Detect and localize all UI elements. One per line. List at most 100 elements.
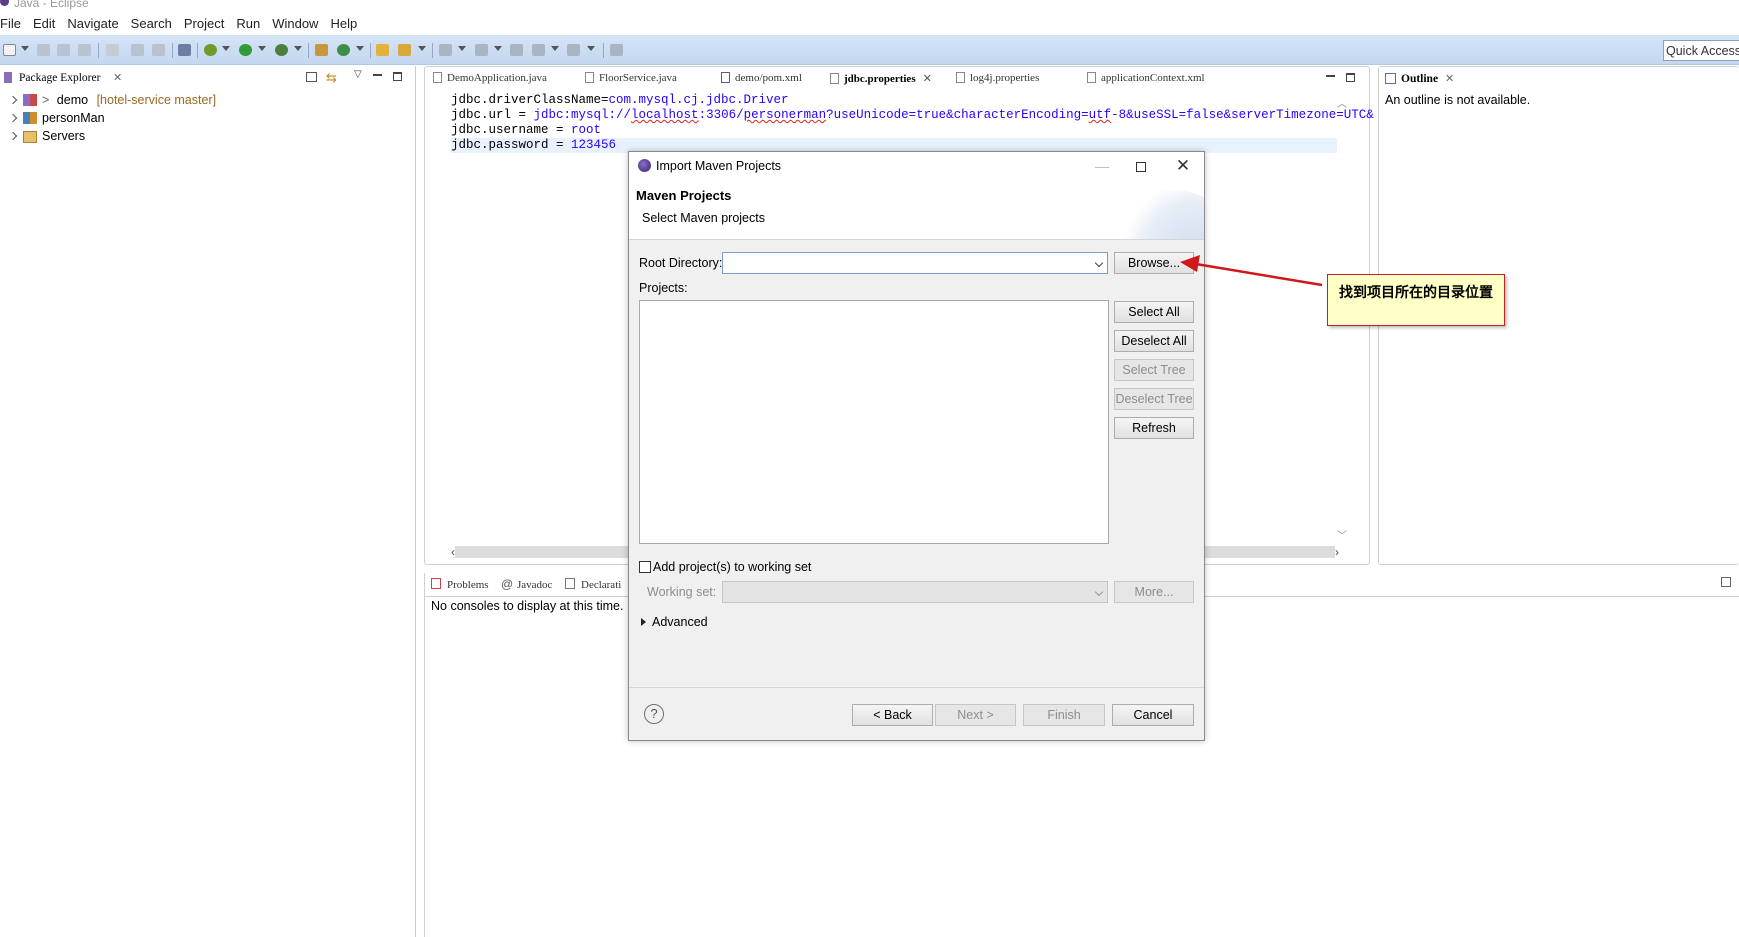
next-button[interactable]: Next >: [935, 704, 1016, 726]
run-dropdown-icon[interactable]: [258, 46, 266, 51]
editor-tab-floorservice[interactable]: FloorService.java: [585, 72, 677, 84]
scroll-up-icon[interactable]: ︿: [1337, 95, 1347, 110]
expand-icon[interactable]: [8, 131, 18, 141]
forward-dropdown-icon[interactable]: [587, 46, 595, 51]
problems-icon: [431, 578, 441, 589]
forward-icon[interactable]: [567, 44, 580, 56]
advanced-section-label[interactable]: Advanced: [652, 615, 708, 629]
minimize-icon[interactable]: —: [1087, 156, 1117, 176]
menu-window[interactable]: Window: [266, 16, 324, 31]
menu-project[interactable]: Project: [178, 16, 230, 31]
collapse-all-icon[interactable]: [306, 72, 317, 82]
coverage-icon[interactable]: [275, 44, 288, 56]
menu-run[interactable]: Run: [230, 16, 266, 31]
open-console-icon[interactable]: [1721, 577, 1731, 587]
open-type-icon[interactable]: [376, 44, 389, 56]
save-all-icon[interactable]: [57, 44, 70, 56]
new-dropdown-icon[interactable]: [21, 46, 29, 51]
package-explorer-tab[interactable]: Package Explorer ✕ ⇆ ▽: [0, 66, 415, 90]
tree-item-servers[interactable]: Servers: [0, 127, 416, 145]
menu-edit[interactable]: Edit: [27, 16, 61, 31]
tree-item-personman[interactable]: personMan: [0, 109, 416, 127]
chevron-down-icon[interactable]: [1094, 258, 1104, 268]
code-line: jdbc.url = jdbc:mysql://localhost:3306/p…: [451, 108, 1374, 123]
show-whitespace-icon[interactable]: [152, 44, 165, 56]
new-java-class-icon[interactable]: [337, 44, 350, 56]
tab-javadoc[interactable]: Javadoc: [517, 579, 552, 591]
project-name: personMan: [42, 111, 105, 125]
more-button[interactable]: More...: [1114, 581, 1194, 603]
editor-tab-applicationcontext[interactable]: applicationContext.xml: [1087, 72, 1205, 84]
scroll-right-icon[interactable]: ›: [1335, 545, 1339, 559]
minimize-icon[interactable]: [373, 74, 382, 76]
back-button[interactable]: < Back: [852, 704, 933, 726]
pin-editor-icon[interactable]: [610, 44, 623, 56]
working-set-combo[interactable]: [722, 581, 1108, 603]
outline-title[interactable]: Outline: [1401, 73, 1438, 85]
last-edit-icon[interactable]: [510, 44, 523, 56]
menu-search[interactable]: Search: [125, 16, 178, 31]
projects-list[interactable]: [639, 300, 1109, 544]
binary-icon[interactable]: [106, 44, 119, 56]
toggle-icon[interactable]: [131, 44, 144, 56]
debug-dropdown-icon[interactable]: [222, 46, 230, 51]
tree-item-demo[interactable]: > demo [hotel-service master]: [0, 91, 416, 109]
close-icon[interactable]: ✕: [1168, 156, 1198, 176]
expand-icon[interactable]: [8, 113, 18, 123]
link-with-editor-icon[interactable]: ⇆: [326, 70, 337, 86]
previous-annotation-dropdown-icon[interactable]: [494, 46, 502, 51]
refresh-button[interactable]: Refresh: [1114, 417, 1194, 439]
tab-problems[interactable]: Problems: [447, 579, 489, 591]
new-class-dropdown-icon[interactable]: [356, 46, 364, 51]
quick-access-input[interactable]: Quick Access: [1663, 40, 1739, 61]
chevron-down-icon[interactable]: [1094, 587, 1104, 597]
browse-button[interactable]: Browse...: [1114, 252, 1194, 274]
run-icon[interactable]: [239, 44, 252, 56]
editor-tab-log4j[interactable]: log4j.properties: [956, 72, 1039, 84]
editor-tab-demoapplication[interactable]: DemoApplication.java: [433, 72, 547, 84]
print-icon[interactable]: [78, 44, 91, 56]
help-icon[interactable]: ?: [644, 704, 664, 724]
expand-icon[interactable]: [8, 95, 18, 105]
tab-declaration[interactable]: Declarati: [581, 579, 621, 591]
maximize-icon[interactable]: [1126, 156, 1156, 176]
root-directory-combo[interactable]: [722, 252, 1108, 274]
deselect-all-button[interactable]: Deselect All: [1114, 330, 1194, 352]
editor-tab-jdbc-properties[interactable]: jdbc.properties ✕: [830, 72, 932, 85]
search-dropdown-icon[interactable]: [418, 46, 426, 51]
scroll-down-icon[interactable]: ﹀: [1337, 527, 1347, 542]
new-icon[interactable]: [3, 44, 16, 56]
close-icon[interactable]: ✕: [1445, 72, 1454, 85]
close-icon[interactable]: ✕: [113, 71, 122, 84]
finish-button[interactable]: Finish: [1023, 704, 1105, 726]
skip-breakpoints-icon[interactable]: [178, 44, 191, 56]
cancel-button[interactable]: Cancel: [1112, 704, 1194, 726]
search-icon[interactable]: [398, 44, 411, 56]
back-icon[interactable]: [532, 44, 545, 56]
back-dropdown-icon[interactable]: [551, 46, 559, 51]
next-annotation-icon[interactable]: [439, 44, 452, 56]
select-all-button[interactable]: Select All: [1114, 301, 1194, 323]
property-value: jdbc:mysql://localhost:3306/personerman?…: [533, 108, 1374, 122]
debug-icon[interactable]: [204, 44, 217, 56]
editor-tab-pom[interactable]: demo/pom.xml: [721, 72, 802, 84]
save-icon[interactable]: [37, 44, 50, 56]
deselect-tree-button[interactable]: Deselect Tree: [1114, 388, 1194, 410]
minimize-icon[interactable]: [1326, 75, 1335, 77]
previous-annotation-icon[interactable]: [475, 44, 488, 56]
coverage-dropdown-icon[interactable]: [294, 46, 302, 51]
next-annotation-dropdown-icon[interactable]: [458, 46, 466, 51]
menu-file[interactable]: File: [0, 16, 27, 31]
menu-navigate[interactable]: Navigate: [61, 16, 124, 31]
new-java-package-icon[interactable]: [315, 44, 328, 56]
scroll-left-icon[interactable]: ‹: [451, 545, 455, 559]
maximize-icon[interactable]: [1346, 73, 1355, 82]
expand-advanced-icon[interactable]: [641, 618, 646, 626]
maximize-icon[interactable]: [393, 72, 402, 81]
close-tab-icon[interactable]: ✕: [923, 73, 932, 85]
select-tree-button[interactable]: Select Tree: [1114, 359, 1194, 381]
view-menu-icon[interactable]: ▽: [354, 69, 362, 80]
dialog-title-bar[interactable]: Import Maven Projects — ✕: [629, 152, 1204, 180]
menu-help[interactable]: Help: [324, 16, 363, 31]
add-to-working-set-checkbox[interactable]: [639, 561, 651, 573]
